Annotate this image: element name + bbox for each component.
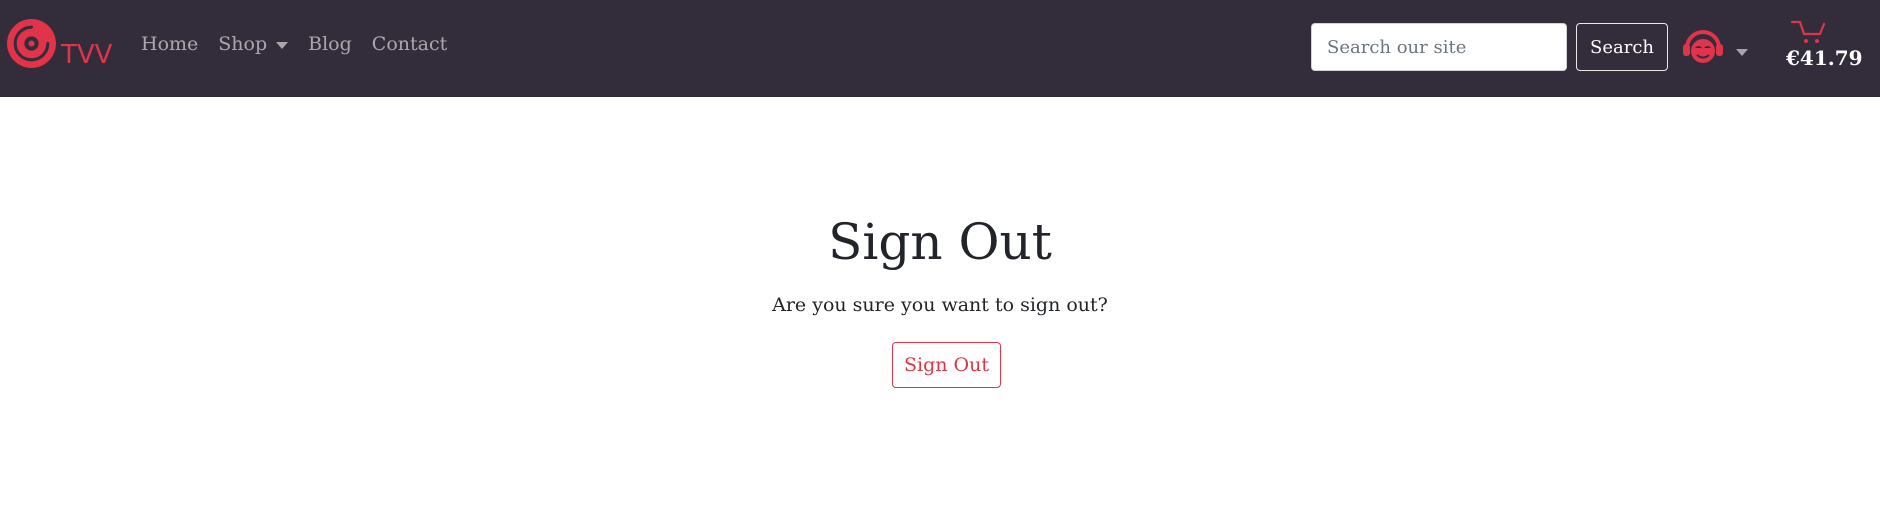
navbar: TVV Home Shop Blog Contact Search our si… [0,0,1880,97]
signout-section: Sign Out Are you sure you want to sign o… [0,97,1880,510]
search-input[interactable] [1311,23,1567,71]
shopping-cart-icon [1790,20,1826,43]
search-button[interactable]: Search [1576,23,1668,71]
nav-blog[interactable]: Blog [308,33,352,55]
chevron-down-icon [1736,48,1748,56]
nav-shop-label: Shop [218,33,268,55]
main-nav: Home Shop Blog Contact [141,33,467,55]
account-avatar-icon [1683,30,1723,63]
chevron-down-icon [276,41,289,49]
sign-out-button[interactable]: Sign Out [892,342,1001,388]
brand-name: TVV [61,40,113,70]
cart-total: €41.79 [1786,46,1863,70]
nav-home[interactable]: Home [141,33,198,55]
nav-shop[interactable]: Shop [218,33,289,55]
account-dropdown[interactable] [1681,24,1748,68]
nav-contact[interactable]: Contact [372,33,447,55]
cart-link[interactable]: €41.79 [1786,18,1863,70]
page-title: Sign Out [828,213,1052,271]
vinyl-record-icon [7,19,56,68]
signout-confirmation-text: Are you sure you want to sign out? [772,294,1108,316]
brand-link[interactable]: TVV [6,18,112,69]
